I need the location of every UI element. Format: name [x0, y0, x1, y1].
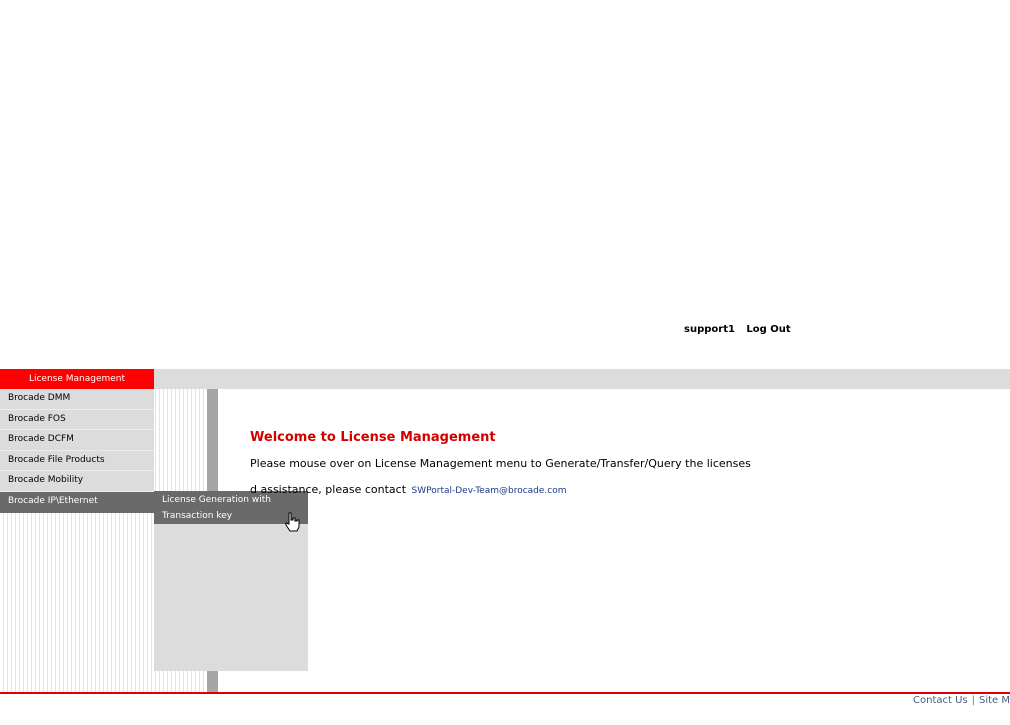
menu-item-brocade-ip-ethernet[interactable]: Brocade IP\Ethernet	[0, 491, 154, 513]
help-text: d assistance, please contact SWPortal-De…	[250, 483, 990, 496]
user-bar: support1 Log Out	[684, 324, 791, 335]
menu-item-brocade-dcfm[interactable]: Brocade DCFM	[0, 430, 154, 451]
footer-links: Contact Us | Site M	[913, 695, 1010, 706]
menu-item-brocade-mobility[interactable]: Brocade Mobility	[0, 471, 154, 492]
instruction-text: Please mouse over on License Management …	[250, 457, 751, 470]
site-map-link[interactable]: Site M	[979, 695, 1010, 706]
main-content: Welcome to License Management Please mou…	[250, 430, 990, 496]
submenu-line-2: Transaction key	[162, 511, 233, 521]
contact-us-link[interactable]: Contact Us	[913, 695, 968, 706]
top-nav-bar: License Management	[0, 369, 1010, 389]
footer-separator: |	[971, 695, 975, 706]
nav-license-management[interactable]: License Management	[0, 369, 154, 389]
hand-cursor-icon	[285, 512, 300, 532]
license-menu: Brocade DMM Brocade FOS Brocade DCFM Bro…	[0, 389, 154, 513]
footer-divider	[0, 692, 1010, 694]
submenu-panel	[154, 524, 308, 671]
help-prefix: d assistance, please contact	[250, 483, 407, 496]
username-label: support1	[684, 324, 735, 335]
support-email-link[interactable]: SWPortal-Dev-Team@brocade.com	[412, 486, 567, 496]
menu-item-brocade-file-products[interactable]: Brocade File Products	[0, 450, 154, 472]
page-title: Welcome to License Management	[250, 430, 496, 445]
logout-link[interactable]: Log Out	[746, 324, 790, 335]
menu-item-brocade-fos[interactable]: Brocade FOS	[0, 409, 154, 431]
menu-item-brocade-dmm[interactable]: Brocade DMM	[0, 389, 154, 410]
